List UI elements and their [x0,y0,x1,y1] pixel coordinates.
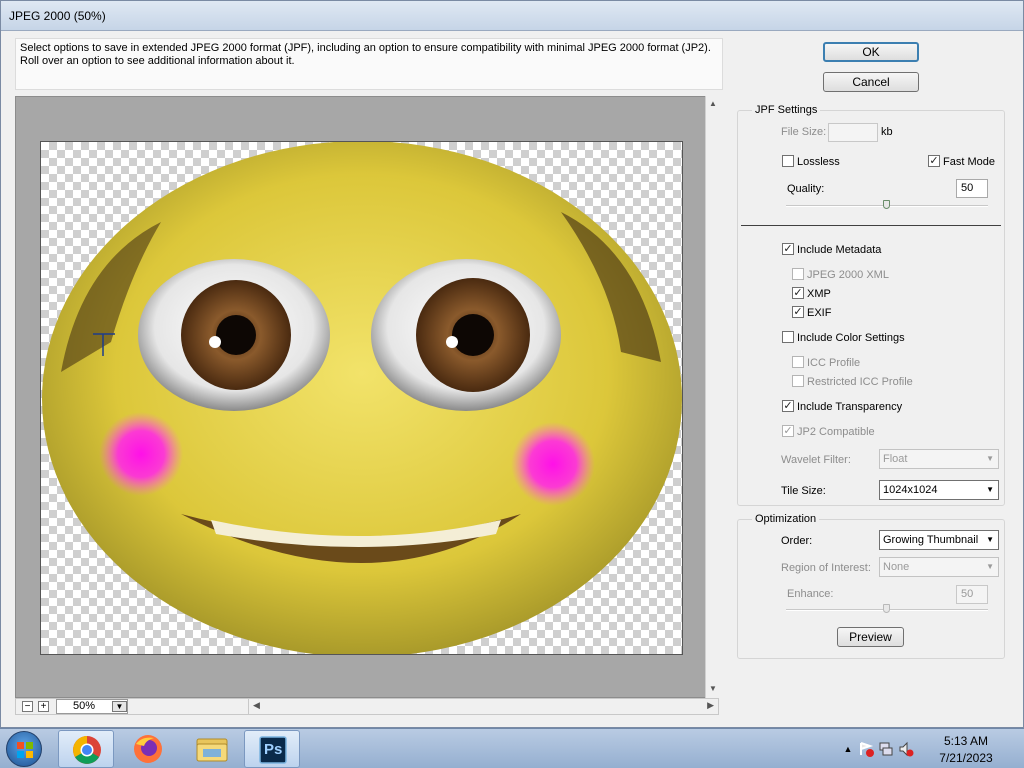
show-hidden-icons-icon[interactable]: ▲ [840,741,856,757]
jpeg2000-dialog: JPEG 2000 (50%) Select options to save i… [0,0,1024,728]
scroll-down-icon[interactable]: ▼ [708,684,718,694]
taskbar: Ps ▲ 5:13 AM 7/21/2023 [0,728,1024,768]
windows-logo-icon [17,742,33,758]
tile-size-value: 1024x1024 [883,484,938,496]
jp2-compatible-checkbox[interactable]: ✓ [782,425,794,437]
order-value: Growing Thumbnail [883,534,979,546]
preview-vertical-scrollbar[interactable]: ▲ ▼ [705,96,719,698]
network-icon[interactable] [878,741,894,757]
preview-area[interactable] [15,96,719,698]
file-explorer-icon [196,738,228,762]
icc-profile-checkbox[interactable] [792,356,804,368]
preview-horizontal-scrollbar[interactable]: ◀ ▶ [248,699,718,714]
zoom-in-button[interactable]: + [38,701,49,712]
file-size-unit: kb [881,126,893,138]
lossless-checkbox[interactable] [782,155,794,167]
include-color-settings-label: Include Color Settings [797,332,905,344]
wavelet-filter-value: Float [883,453,908,465]
enhance-field: 50 [956,585,988,604]
fast-mode-checkbox[interactable]: ✓ [928,155,940,167]
ok-button[interactable]: OK [823,42,919,62]
jpf-settings-legend: JPF Settings [752,104,821,116]
taskbar-file-explorer[interactable] [184,730,240,768]
chevron-down-icon: ▼ [986,454,994,463]
xmp-checkbox[interactable]: ✓ [792,287,804,299]
chevron-down-icon: ▼ [986,562,994,571]
photoshop-label: Ps [264,741,283,758]
tile-size-label: Tile Size: [781,485,826,497]
jpf-settings-group [737,110,1005,506]
enhance-slider-thumb [883,604,890,613]
roi-select[interactable]: None ▼ [879,557,999,577]
system-tray: ▲ 5:13 AM 7/21/2023 [834,729,1024,768]
cancel-button[interactable]: Cancel [823,72,919,92]
volume-muted-icon[interactable] [898,741,914,757]
start-button[interactable] [6,731,42,767]
window-title: JPEG 2000 (50%) [9,9,106,23]
scroll-up-icon[interactable]: ▲ [708,99,718,109]
clock-date[interactable]: 7/21/2023 [936,751,996,765]
lossless-label: Lossless [797,156,840,168]
enhance-label: Enhance: [787,588,834,600]
jpeg2000-xml-checkbox[interactable] [792,268,804,280]
scroll-right-icon[interactable]: ▶ [707,700,714,711]
wavelet-filter-select[interactable]: Float ▼ [879,449,999,469]
jp2-compatible-label: JP2 Compatible [797,426,875,438]
wavelet-filter-label: Wavelet Filter: [781,454,851,466]
roi-value: None [883,561,910,573]
chevron-down-icon: ▼ [986,535,994,544]
firefox-icon [134,735,162,763]
section-divider [741,225,1001,226]
quality-slider-thumb[interactable] [883,200,890,209]
zoom-out-button[interactable]: − [22,701,33,712]
clock-time[interactable]: 5:13 AM [936,734,996,748]
tile-size-select[interactable]: 1024x1024 ▼ [879,480,999,500]
exif-label: EXIF [807,307,832,319]
roi-label: Region of Interest: [781,562,871,574]
zoom-bar: − + 50% ▼ ◀ ▶ [15,698,719,715]
taskbar-chrome[interactable] [58,730,114,768]
file-size-field [828,123,878,142]
include-color-settings-checkbox[interactable] [782,331,794,343]
fast-mode-label: Fast Mode [943,156,995,168]
chrome-icon [73,736,101,764]
preview-canvas[interactable] [40,141,683,655]
optimization-legend: Optimization [752,513,820,525]
zoom-dropdown-icon[interactable]: ▼ [112,701,127,712]
include-transparency-label: Include Transparency [797,401,903,413]
taskbar-firefox[interactable] [120,730,176,768]
file-size-label: File Size: [781,126,827,138]
order-label: Order: [781,535,813,547]
quality-label: Quality: [787,183,825,195]
preview-image [42,142,682,654]
preview-button[interactable]: Preview [837,627,904,647]
action-center-icon[interactable] [858,741,874,757]
include-transparency-checkbox[interactable]: ✓ [782,400,794,412]
exif-checkbox[interactable]: ✓ [792,306,804,318]
title-bar[interactable]: JPEG 2000 (50%) [1,1,1023,31]
icc-profile-label: ICC Profile [807,357,861,369]
restricted-icc-profile-label: Restricted ICC Profile [807,376,913,388]
taskbar-photoshop[interactable]: Ps [244,730,300,768]
chevron-down-icon: ▼ [986,485,994,494]
scroll-left-icon[interactable]: ◀ [253,700,260,711]
include-metadata-checkbox[interactable]: ✓ [782,243,794,255]
restricted-icc-profile-checkbox[interactable] [792,375,804,387]
order-select[interactable]: Growing Thumbnail ▼ [879,530,999,550]
include-metadata-label: Include Metadata [797,244,882,256]
quality-field[interactable]: 50 [956,179,988,198]
xmp-label: XMP [807,288,831,300]
description-box: Select options to save in extended JPEG … [15,38,723,90]
jpeg2000-xml-label: JPEG 2000 XML [807,269,889,281]
